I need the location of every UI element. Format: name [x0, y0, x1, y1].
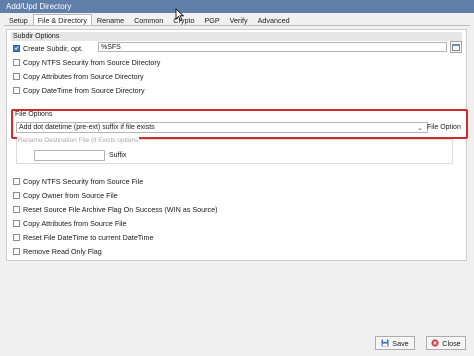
- copy-attributes-dir-row: Copy Attributes from Source Directory: [13, 71, 144, 81]
- remove-readonly-label: Remove Read Only Flag: [23, 246, 102, 256]
- subdir-name-input[interactable]: %SFS: [98, 42, 447, 52]
- reset-datetime-checkbox[interactable]: [13, 233, 20, 241]
- subdir-name-value: %SFS: [101, 43, 121, 51]
- copy-ntfs-file-row: Copy NTFS Security from Source File: [13, 176, 143, 186]
- file-directory-panel: Subdir Options Create Subdir, opt. %SFS …: [6, 29, 468, 261]
- file-exists-option-combo[interactable]: Add dot datetime (pre-ext) suffix if fil…: [16, 122, 428, 133]
- close-button-label: Close: [442, 338, 461, 348]
- copy-datetime-dir-row: Copy DateTime from Source Directory: [13, 85, 145, 95]
- copy-ntfs-dir-row: Copy NTFS Security from Source Directory: [13, 57, 160, 67]
- copy-owner-file-checkbox[interactable]: [13, 191, 20, 199]
- copy-ntfs-dir-label: Copy NTFS Security from Source Directory: [23, 57, 161, 67]
- file-option-side-label: File Option: [427, 124, 461, 131]
- save-button-label: Save: [392, 338, 409, 348]
- copy-attributes-file-label: Copy Attributes from Source File: [23, 218, 127, 228]
- check-icon: [14, 46, 19, 51]
- create-subdir-checkbox[interactable]: [13, 44, 20, 52]
- tab-divider: [4, 25, 470, 26]
- copy-ntfs-dir-checkbox[interactable]: [13, 58, 20, 66]
- copy-owner-file-label: Copy Owner from Source File: [23, 190, 118, 200]
- reset-datetime-label: Reset File DateTime to current DateTime: [23, 232, 154, 242]
- subdir-browse-button[interactable]: [450, 41, 462, 53]
- subdir-options-header: Subdir Options: [11, 32, 462, 41]
- reset-archive-flag-checkbox[interactable]: [13, 205, 20, 213]
- copy-attributes-dir-checkbox[interactable]: [13, 72, 20, 80]
- copy-ntfs-file-checkbox[interactable]: [13, 177, 20, 185]
- remove-readonly-checkbox[interactable]: [13, 247, 20, 255]
- mouse-cursor-icon: [175, 8, 184, 21]
- copy-attributes-file-row: Copy Attributes from Source File: [13, 218, 126, 228]
- copy-datetime-dir-checkbox[interactable]: [13, 86, 20, 94]
- chevron-down-icon: ⌄: [417, 125, 423, 132]
- file-exists-option-value: Add dot datetime (pre-ext) suffix if fil…: [19, 124, 155, 131]
- rename-destination-frame-label: Rename Destination File (if Exists optio…: [17, 137, 140, 144]
- suffix-label: Suffix: [109, 152, 127, 159]
- create-subdir-row: Create Subdir, opt.: [13, 43, 83, 53]
- copy-owner-file-row: Copy Owner from Source File: [13, 190, 118, 200]
- reset-archive-flag-label: Reset Source File Archive Flag On Succes…: [23, 204, 218, 214]
- window-icon: [452, 43, 460, 51]
- copy-attributes-dir-label: Copy Attributes from Source Directory: [23, 71, 144, 81]
- copy-datetime-dir-label: Copy DateTime from Source Directory: [23, 85, 145, 95]
- close-icon: [431, 339, 439, 347]
- reset-archive-flag-row: Reset Source File Archive Flag On Succes…: [13, 204, 218, 214]
- window-titlebar: Add/Upd Directory: [0, 0, 474, 13]
- close-button[interactable]: Close: [426, 336, 466, 350]
- reset-datetime-row: Reset File DateTime to current DateTime: [13, 232, 153, 242]
- floppy-disk-icon: [381, 339, 389, 347]
- save-button[interactable]: Save: [375, 336, 415, 350]
- remove-readonly-row: Remove Read Only Flag: [13, 246, 102, 256]
- suffix-input[interactable]: [34, 150, 105, 161]
- copy-attributes-file-checkbox[interactable]: [13, 219, 20, 227]
- copy-ntfs-file-label: Copy NTFS Security from Source File: [23, 176, 144, 186]
- create-subdir-label: Create Subdir, opt.: [23, 43, 83, 53]
- window-title: Add/Upd Directory: [6, 2, 72, 11]
